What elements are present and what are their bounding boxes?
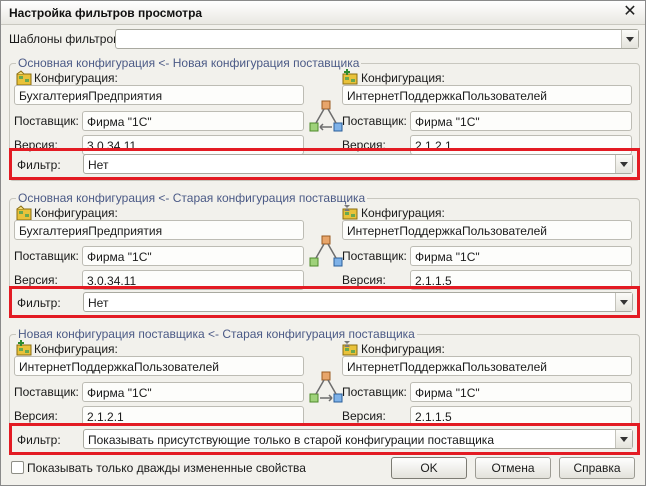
left-supplier-field[interactable]: Фирма "1С" xyxy=(82,111,304,131)
double-changed-label: Показывать только дважды измененные свой… xyxy=(27,461,306,475)
right-config-label: Конфигурация: xyxy=(361,206,445,220)
filter-select[interactable]: Нет xyxy=(83,292,633,312)
left-supplier-label: Поставщик: xyxy=(14,114,79,128)
filter-select[interactable]: Показывать присутствующие только в старо… xyxy=(83,429,633,449)
window-title: Настройка фильтров просмотра xyxy=(9,6,203,20)
cancel-button[interactable]: Отмена xyxy=(475,457,551,479)
filter-value: Нет xyxy=(88,158,109,172)
left-version-label: Версия: xyxy=(14,273,58,287)
right-supplier-value: Фирма "1С" xyxy=(415,386,480,400)
compare-link-icon xyxy=(309,371,343,403)
left-config-value: БухгалтерияПредприятия xyxy=(19,89,163,103)
right-supplier-value: Фирма "1С" xyxy=(415,115,480,129)
filter-templates-row: Шаблоны фильтров: xyxy=(9,29,639,49)
double-changed-checkbox[interactable] xyxy=(11,461,24,474)
right-config-field[interactable]: ИнтернетПоддержкаПользователей xyxy=(342,220,632,240)
old-configuration-icon xyxy=(342,341,358,356)
left-config-label: Конфигурация: xyxy=(34,342,118,356)
titlebar: Настройка фильтров просмотра ✕ xyxy=(1,1,645,25)
right-config-value: ИнтернетПоддержкаПользователей xyxy=(347,224,547,238)
left-config-value: ИнтернетПоддержкаПользователей xyxy=(19,360,219,374)
left-supplier-value: Фирма "1С" xyxy=(87,386,152,400)
chevron-down-icon[interactable] xyxy=(615,293,632,311)
right-supplier-label: Поставщик: xyxy=(342,385,407,399)
ok-button[interactable]: OK xyxy=(391,457,467,479)
filter-value: Нет xyxy=(88,296,109,310)
left-supplier-value: Фирма "1С" xyxy=(87,115,152,129)
left-config-field[interactable]: ИнтернетПоддержкаПользователей xyxy=(14,356,304,376)
right-version-label: Версия: xyxy=(342,409,386,423)
old-configuration-icon xyxy=(342,205,358,220)
right-supplier-field[interactable]: Фирма "1С" xyxy=(410,382,632,402)
left-config-field[interactable]: БухгалтерияПредприятия xyxy=(14,85,304,105)
right-supplier-field[interactable]: Фирма "1С" xyxy=(410,246,632,266)
group-title: Основная конфигурация <- Старая конфигур… xyxy=(16,191,368,205)
left-config-label: Конфигурация: xyxy=(34,206,118,220)
filter-label: Фильтр: xyxy=(17,296,61,310)
right-supplier-field[interactable]: Фирма "1С" xyxy=(410,111,632,131)
left-supplier-label: Поставщик: xyxy=(14,249,79,263)
right-config-value: ИнтернетПоддержкаПользователей xyxy=(347,360,547,374)
right-config-label: Конфигурация: xyxy=(361,342,445,356)
new-configuration-icon xyxy=(342,69,358,85)
filter-templates-label: Шаблоны фильтров: xyxy=(9,32,123,46)
left-supplier-field[interactable]: Фирма "1С" xyxy=(82,246,304,266)
filter-select[interactable]: Нет xyxy=(83,154,633,174)
left-config-label: Конфигурация: xyxy=(34,71,118,85)
left-version-label: Версия: xyxy=(14,409,58,423)
filter-templates-select[interactable] xyxy=(115,29,639,49)
right-config-label: Конфигурация: xyxy=(361,71,445,85)
right-config-value: ИнтернетПоддержкаПользователей xyxy=(347,89,547,103)
right-config-field[interactable]: ИнтернетПоддержкаПользователей xyxy=(342,85,632,105)
left-config-field[interactable]: БухгалтерияПредприятия xyxy=(14,220,304,240)
help-button[interactable]: Справка xyxy=(559,457,635,479)
group-title: Основная конфигурация <- Новая конфигура… xyxy=(16,56,362,70)
configuration-icon xyxy=(16,70,32,86)
right-config-field[interactable]: ИнтернетПоддержкаПользователей xyxy=(342,356,632,376)
configuration-icon xyxy=(16,205,32,221)
left-config-value: БухгалтерияПредприятия xyxy=(19,224,163,238)
right-version-label: Версия: xyxy=(342,273,386,287)
new-configuration-icon xyxy=(16,340,32,356)
right-supplier-label: Поставщик: xyxy=(342,114,407,128)
filter-label: Фильтр: xyxy=(17,158,61,172)
right-supplier-value: Фирма "1С" xyxy=(415,250,480,264)
filter-value: Показывать присутствующие только в старо… xyxy=(88,433,494,447)
compare-link-icon xyxy=(309,100,343,132)
left-supplier-label: Поставщик: xyxy=(14,385,79,399)
left-version-value: 2.1.2.1 xyxy=(87,410,124,424)
chevron-down-icon[interactable] xyxy=(621,30,638,48)
compare-link-icon xyxy=(309,235,343,267)
right-supplier-label: Поставщик: xyxy=(342,249,407,263)
filter-settings-dialog: Настройка фильтров просмотра ✕ Шаблоны ф… xyxy=(0,0,646,486)
chevron-down-icon[interactable] xyxy=(615,430,632,448)
close-icon[interactable]: ✕ xyxy=(621,3,639,21)
left-supplier-field[interactable]: Фирма "1С" xyxy=(82,382,304,402)
filter-label: Фильтр: xyxy=(17,433,61,447)
chevron-down-icon[interactable] xyxy=(615,155,632,173)
group-title: Новая конфигурация поставщика <- Старая … xyxy=(16,327,417,341)
right-version-value: 2.1.1.5 xyxy=(415,410,452,424)
left-supplier-value: Фирма "1С" xyxy=(87,250,152,264)
